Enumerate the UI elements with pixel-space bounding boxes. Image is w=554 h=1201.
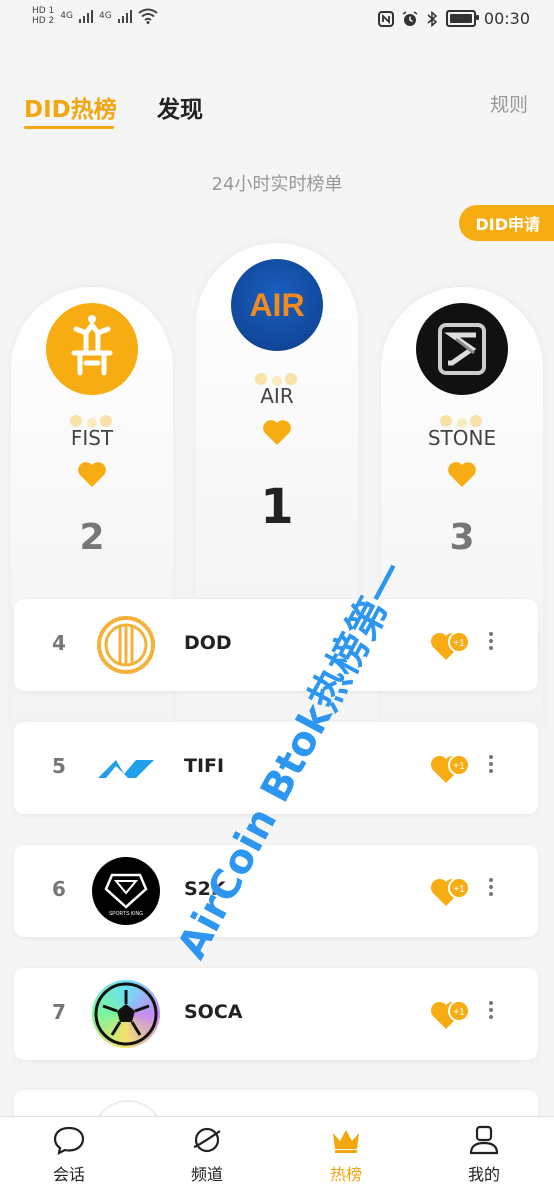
- list-rank: 5: [52, 754, 66, 778]
- stone-logo: [416, 303, 508, 395]
- s2k-logo-text: SPORTS KING: [109, 911, 143, 917]
- like-badge-text: +1: [453, 638, 465, 649]
- heart-icon[interactable]: [447, 459, 477, 489]
- list-item[interactable]: 7 SOCA +1: [14, 968, 538, 1060]
- more-options-icon[interactable]: [486, 998, 496, 1028]
- like-badge-text: +1: [453, 761, 465, 772]
- heart-icon[interactable]: [262, 417, 292, 447]
- status-bar: HD 1 HD 2 4G 4G 00:30: [0, 0, 554, 40]
- podium-rank-number-2: 2: [79, 517, 105, 558]
- nav-me-label: 我的: [467, 1165, 500, 1184]
- s2k-logo: SPORTS KING: [92, 857, 160, 925]
- did-apply-button[interactable]: DID申请: [459, 205, 554, 241]
- list-item[interactable]: 6 SPORTS KING S2K +1: [14, 845, 538, 937]
- more-options-icon[interactable]: [486, 752, 496, 782]
- crown-icon: [333, 1130, 359, 1153]
- sim-labels: HD 1 HD 2: [32, 6, 54, 26]
- list-name: SOCA: [184, 1001, 243, 1023]
- fist-logo: [46, 303, 138, 395]
- podium-rank-number-1: 1: [260, 479, 294, 535]
- nav-hot-list[interactable]: 热榜: [296, 1125, 396, 1185]
- list-rank: 7: [52, 1000, 66, 1024]
- chat-icon: [53, 1126, 85, 1155]
- heart-icon[interactable]: [77, 459, 107, 489]
- nav-me[interactable]: 我的: [434, 1125, 534, 1185]
- bottom-navigation: 会话 频道 热榜 我的: [0, 1116, 554, 1201]
- ranking-subtitle: 24小时实时榜单: [211, 174, 343, 195]
- more-options-icon[interactable]: [486, 875, 496, 905]
- nav-channel[interactable]: 频道: [157, 1125, 257, 1185]
- nav-chat[interactable]: 会话: [19, 1125, 119, 1185]
- like-plus-one-icon[interactable]: +1: [430, 627, 472, 663]
- tab-discover[interactable]: 发现: [157, 90, 203, 124]
- status-right: 00:30: [377, 9, 530, 28]
- soccer-ball-icon: [94, 982, 158, 1046]
- dod-logo: [92, 611, 160, 679]
- sim1-label: HD 1: [32, 6, 55, 16]
- wifi-icon: [138, 8, 158, 24]
- fist-logo-icon: [71, 315, 113, 376]
- nav-chat-label: 会话: [52, 1165, 85, 1184]
- alarm-icon: [402, 10, 418, 26]
- nfc-icon: [377, 10, 394, 27]
- like-plus-one-icon[interactable]: +1: [430, 996, 472, 1032]
- dod-logo-icon: [97, 616, 155, 674]
- s2k-logo-icon: SPORTS KING: [104, 873, 148, 917]
- air-logo-text: AIR: [249, 287, 304, 323]
- tifi-logo-icon: [98, 760, 154, 778]
- signal-icon: [79, 9, 93, 23]
- clock-time: 00:30: [483, 9, 530, 28]
- stone-logo-icon: [438, 323, 486, 375]
- nav-channel-label: 频道: [190, 1165, 223, 1184]
- list-name: TIFI: [184, 755, 225, 777]
- signal-icon-2: [117, 9, 132, 23]
- like-plus-one-icon[interactable]: +1: [430, 750, 472, 786]
- rules-link[interactable]: 规则: [490, 90, 528, 117]
- list-item[interactable]: 4 DOD +1: [14, 599, 538, 691]
- list-rank: 4: [52, 631, 66, 655]
- like-badge-text: +1: [453, 884, 465, 895]
- list-name: DOD: [184, 632, 232, 654]
- planet-icon: [193, 1127, 221, 1153]
- air-logo-icon: AIR: [249, 287, 304, 323]
- network-label-1: 4G: [60, 11, 73, 21]
- tab-did-hot[interactable]: DID热榜: [24, 90, 117, 124]
- list-rank: 6: [52, 877, 66, 901]
- tab-active-indicator: [24, 126, 114, 129]
- more-options-icon[interactable]: [486, 629, 496, 659]
- battery-icon: [445, 10, 479, 27]
- podium-name-2: FIST: [70, 426, 114, 450]
- bluetooth-icon: [427, 10, 438, 27]
- sim2-label: HD 2: [32, 16, 55, 26]
- like-plus-one-icon[interactable]: +1: [430, 873, 472, 909]
- nav-hot-list-label: 热榜: [329, 1165, 362, 1184]
- user-icon: [469, 1125, 499, 1155]
- air-logo: AIR: [231, 259, 323, 351]
- podium-rank-number-3: 3: [449, 517, 475, 558]
- tifi-logo: [92, 734, 160, 802]
- status-left: HD 1 HD 2 4G 4G: [32, 6, 158, 26]
- soca-logo: [92, 980, 160, 1048]
- podium-name-1: AIR: [260, 384, 294, 408]
- network-label-2: 4G: [99, 11, 112, 21]
- podium-name-3: STONE: [427, 426, 497, 450]
- like-badge-text: +1: [453, 1007, 465, 1018]
